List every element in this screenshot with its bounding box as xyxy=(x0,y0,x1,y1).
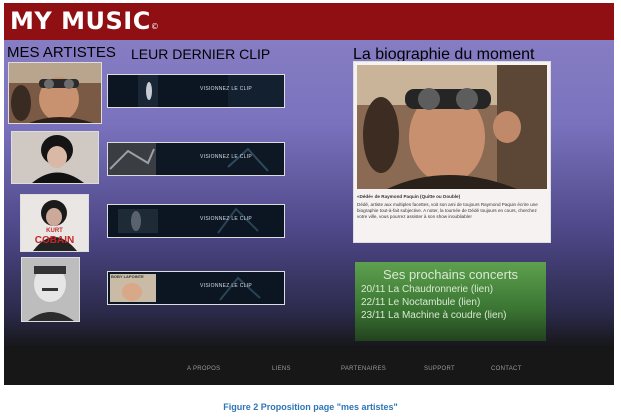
clip-player-3[interactable]: VISIONNEZ LE CLIP xyxy=(107,204,285,238)
artist-thumbnail-3[interactable]: KURT COBAIN xyxy=(20,194,89,252)
biography-photo xyxy=(357,65,547,189)
clip-player-4[interactable]: BOBY LAPOINTE VISIONNEZ LE CLIP xyxy=(107,271,285,305)
footer-link-partenaires[interactable]: PARTENAIRES xyxy=(341,366,386,372)
site-logo[interactable]: MY MUSIC© xyxy=(10,7,159,35)
clip-player-1[interactable]: VISIONNEZ LE CLIP xyxy=(107,74,285,108)
concert-item[interactable]: 22/11 Le Noctambule (lien) xyxy=(361,297,480,308)
biography-portrait-icon xyxy=(357,65,547,189)
footer-link-liens[interactable]: LIENS xyxy=(272,366,291,372)
figure-caption: Figure 2 Proposition page "mes artistes" xyxy=(223,402,398,412)
video-thumbnail-icon xyxy=(108,205,284,237)
clip-play-label[interactable]: VISIONNEZ LE CLIP xyxy=(200,86,252,92)
header-bar: MY MUSIC© xyxy=(4,3,614,40)
video-thumbnail-icon xyxy=(108,143,284,175)
artist-thumbnail-2[interactable] xyxy=(11,131,99,184)
biography-text: Dédé, artiste aux multiples facettes, vo… xyxy=(357,202,538,219)
concert-item[interactable]: 20/11 La Chaudronnerie (lien) xyxy=(361,284,493,295)
artist-thumbnail-1[interactable] xyxy=(8,62,102,124)
concerts-box: Ses prochains concerts 20/11 La Chaudron… xyxy=(355,262,546,341)
clip-play-label[interactable]: VISIONNEZ LE CLIP xyxy=(200,216,252,222)
footer-link-a-propos[interactable]: A PROPOS xyxy=(187,366,220,372)
clip-play-label[interactable]: VISIONNEZ LE CLIP xyxy=(200,154,252,160)
footer-nav: A PROPOS LIENS PARTENAIRES SUPPORT CONTA… xyxy=(4,349,614,385)
video-thumbnail-icon xyxy=(108,75,284,107)
biography-caption: «Dédé» de Raymond Paquin (Quitte ou Doub… xyxy=(357,194,461,199)
artist-portrait-bw-man-icon xyxy=(22,258,79,321)
clip-play-label[interactable]: VISIONNEZ LE CLIP xyxy=(200,283,252,289)
footer-link-support[interactable]: SUPPORT xyxy=(424,366,455,372)
artists-title: MES ARTISTES xyxy=(7,44,116,61)
concert-item[interactable]: 23/11 La Machine à coudre (lien) xyxy=(361,310,506,321)
page-mockup: MY MUSIC© MES ARTISTES LEUR DERNIER CLIP… xyxy=(4,3,614,385)
clips-title: LEUR DERNIER CLIP xyxy=(131,46,271,62)
biography-card: «Dédé» de Raymond Paquin (Quitte ou Doub… xyxy=(353,61,551,243)
clip-player-2[interactable]: VISIONNEZ LE CLIP xyxy=(107,142,285,176)
footer-link-contact[interactable]: CONTACT xyxy=(491,366,522,372)
artist-caption: KURT COBAIN xyxy=(34,228,75,246)
concerts-title: Ses prochains concerts xyxy=(382,267,519,282)
clip-thumb-text: BOBY LAPOINTE xyxy=(111,274,144,279)
artist-thumbnail-4[interactable] xyxy=(21,257,80,322)
artist-portrait-dark-hair-icon xyxy=(12,132,98,183)
artist-portrait-goggles-icon xyxy=(9,63,101,123)
